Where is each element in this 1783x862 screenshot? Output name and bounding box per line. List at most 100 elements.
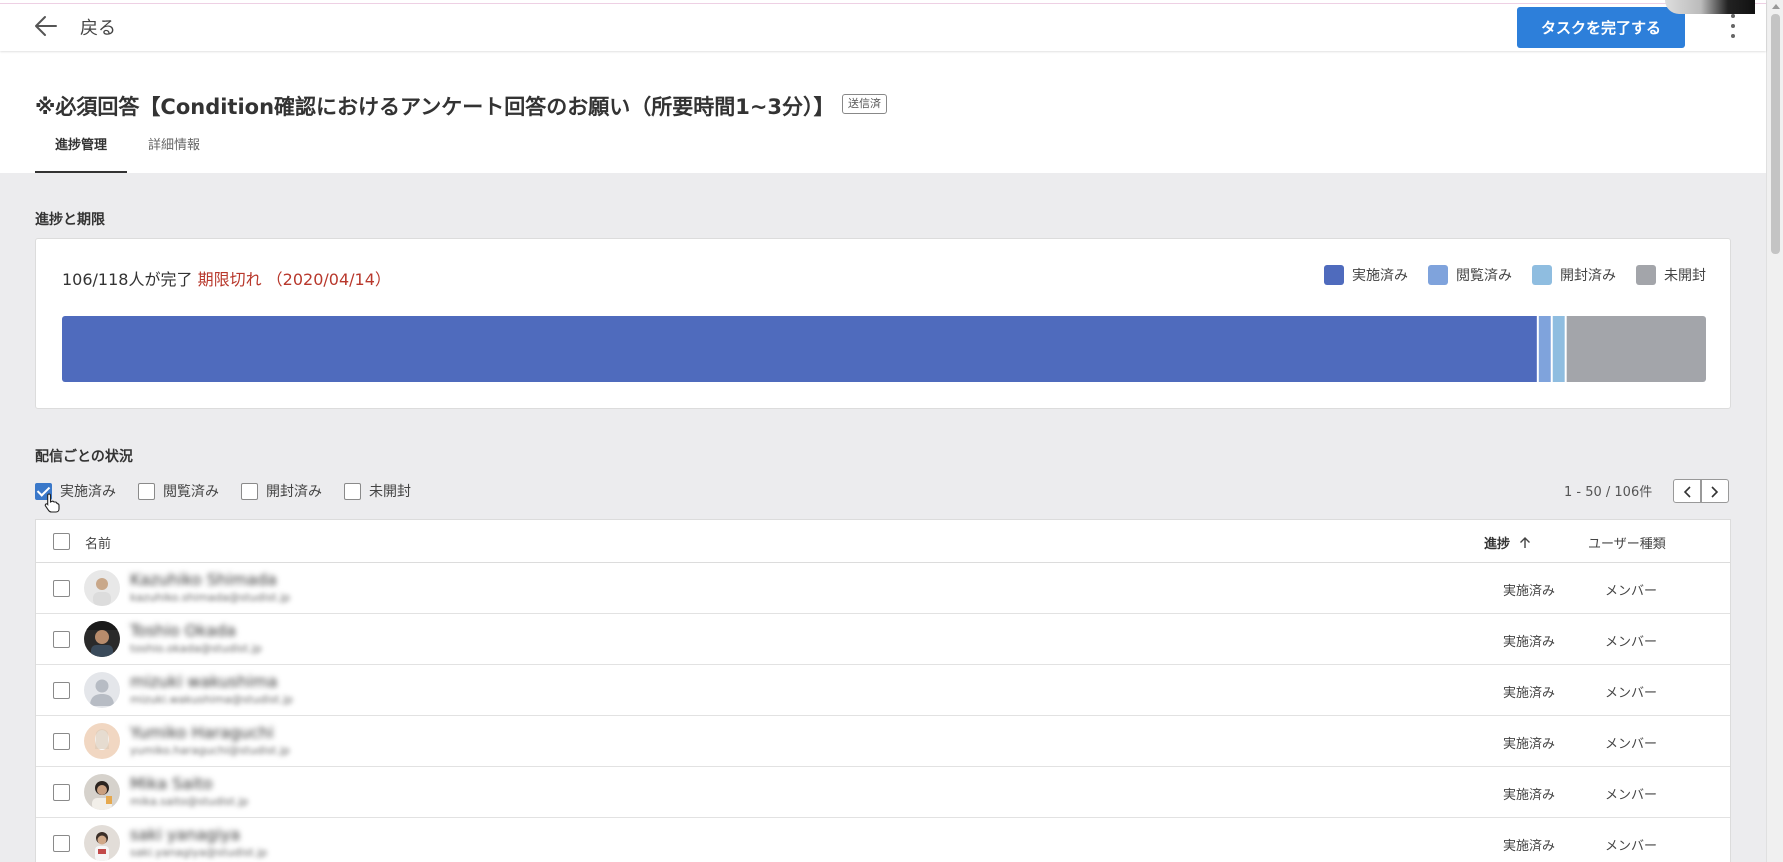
progress-bar-chart [62, 316, 1706, 382]
table-header: 名前 進捗 ユーザー種類 [36, 520, 1730, 563]
row-status: 実施済み [1503, 584, 1556, 599]
filter-checkbox[interactable] [241, 482, 258, 500]
row-user-type: メンバー [1605, 686, 1658, 701]
user-email: mizuki.wakushima@studist.jp [130, 693, 294, 706]
user-name: Mika Saito [130, 774, 213, 793]
more-options-icon[interactable] [1722, 11, 1744, 41]
back-arrow-icon[interactable] [34, 15, 58, 37]
row-checkbox[interactable] [53, 733, 70, 750]
row-checkbox[interactable] [53, 631, 70, 648]
table-row[interactable]: Yumiko Haraguchi yumiko.haraguchi@studis… [36, 716, 1730, 767]
progress-segment [1538, 316, 1551, 382]
filter-label: 実施済み [60, 484, 116, 500]
user-email: saki.yanagiya@studist.jp [130, 846, 268, 859]
legend-label: 閲覧済み [1456, 268, 1512, 284]
legend-swatch [1532, 265, 1552, 285]
user-email: kazuhiko.shimada@studist.jp [130, 591, 291, 604]
table-row[interactable]: Kazuhiko Shimada kazuhiko.shimada@studis… [36, 563, 1730, 614]
select-all-checkbox[interactable] [53, 533, 70, 550]
user-email: toshio.okada@studist.jp [130, 642, 262, 655]
legend-swatch [1324, 265, 1344, 285]
row-status: 実施済み [1503, 686, 1556, 701]
progress-segment [62, 316, 1537, 382]
filter-opened[interactable]: 開封済み [241, 481, 322, 501]
legend-item-opened: 開封済み [1532, 265, 1616, 285]
tab-progress-management[interactable]: 進捗管理 [35, 129, 127, 173]
progress-card: 106/118人が完了 期限切れ （2020/04/14） 実施済み 閲覧済み … [35, 238, 1731, 409]
avatar [84, 672, 120, 708]
row-status: 実施済み [1503, 839, 1556, 854]
completion-count: 106/118人が完了 [62, 270, 193, 289]
row-user-type: メンバー [1605, 584, 1658, 599]
back-link[interactable]: 戻る [80, 14, 116, 40]
column-name: 名前 [85, 537, 112, 552]
chevron-right-icon [1711, 486, 1719, 498]
legend-swatch [1428, 265, 1448, 285]
complete-task-button[interactable]: タスクを完了する [1517, 7, 1685, 48]
row-checkbox[interactable] [53, 682, 70, 699]
progress-segment [1552, 316, 1565, 382]
row-user-type: メンバー [1605, 635, 1658, 650]
legend-item-done: 実施済み [1324, 265, 1408, 285]
filter-viewed[interactable]: 閲覧済み [138, 481, 219, 501]
filter-checkbox[interactable] [344, 482, 361, 500]
top-accent-line [0, 3, 1766, 4]
table-row[interactable]: Toshio Okada toshio.okada@studist.jp 実施済… [36, 614, 1730, 665]
hand-cursor-icon [44, 493, 60, 513]
filter-label: 未開封 [369, 484, 411, 500]
user-name: mizuki wakushima [130, 672, 278, 691]
row-checkbox[interactable] [53, 784, 70, 801]
filter-checkbox[interactable] [138, 482, 155, 500]
progress-legend: 実施済み 閲覧済み 開封済み 未開封 [1324, 265, 1706, 285]
avatar [84, 570, 120, 606]
sort-ascending-icon [1519, 537, 1530, 548]
user-name: Kazuhiko Shimada [130, 570, 277, 589]
filter-unopened[interactable]: 未開封 [344, 481, 411, 501]
progress-segment [1566, 316, 1706, 382]
top-bar: 戻る タスクを完了する [0, 0, 1766, 51]
scroll-up-icon[interactable] [1772, 4, 1780, 9]
row-checkbox[interactable] [53, 835, 70, 852]
user-name: Yumiko Haraguchi [130, 723, 274, 742]
delivery-section-title: 配信ごとの状況 [35, 449, 133, 465]
progress-summary: 106/118人が完了 期限切れ （2020/04/14） [62, 266, 391, 290]
pagination-info: 1 - 50 / 106件 [1564, 485, 1653, 500]
next-page-button[interactable] [1701, 479, 1729, 503]
column-progress[interactable]: 進捗 [1484, 533, 1531, 552]
user-name: Toshio Okada [130, 621, 236, 640]
row-user-type: メンバー [1605, 839, 1658, 854]
page-header: ※必須回答【Condition確認におけるアンケート回答のお願い（所要時間1~3… [0, 51, 1766, 173]
row-status: 実施済み [1503, 788, 1556, 803]
progress-bar [62, 316, 1706, 382]
page-title: ※必須回答【Condition確認におけるアンケート回答のお願い（所要時間1~3… [35, 95, 835, 119]
vertical-scrollbar[interactable] [1766, 0, 1783, 862]
scroll-thumb[interactable] [1771, 14, 1780, 254]
row-checkbox[interactable] [53, 580, 70, 597]
column-user-type: ユーザー種類 [1588, 537, 1666, 552]
chevron-left-icon [1683, 486, 1691, 498]
legend-swatch [1636, 265, 1656, 285]
status-badge: 送信済 [842, 94, 887, 114]
legend-label: 実施済み [1352, 268, 1408, 284]
table-row[interactable]: mizuki wakushima mizuki.wakushima@studis… [36, 665, 1730, 716]
avatar [84, 621, 120, 657]
legend-item-unopened: 未開封 [1636, 265, 1706, 285]
column-progress-label: 進捗 [1484, 537, 1511, 552]
filter-label: 開封済み [266, 484, 322, 500]
user-name: saki yanagiya [130, 825, 241, 844]
row-user-type: メンバー [1605, 788, 1658, 803]
filter-label: 閲覧済み [163, 484, 219, 500]
table-row[interactable]: saki yanagiya saki.yanagiya@studist.jp 実… [36, 818, 1730, 862]
legend-label: 開封済み [1560, 268, 1616, 284]
delivery-table: 名前 進捗 ユーザー種類 Kazuhiko Shimada kazuhiko.s… [35, 519, 1731, 862]
avatar [84, 825, 120, 861]
user-email: yumiko.haraguchi@studist.jp [130, 744, 290, 757]
tab-detail-info[interactable]: 詳細情報 [133, 129, 215, 173]
table-row[interactable]: Mika Saito mika.saito@studist.jp 実施済み メン… [36, 767, 1730, 818]
prev-page-button[interactable] [1673, 479, 1701, 503]
user-email: mika.saito@studist.jp [130, 795, 249, 808]
row-user-type: メンバー [1605, 737, 1658, 752]
status-filters: 実施済み 閲覧済み 開封済み 未開封 [35, 481, 433, 501]
avatar [84, 774, 120, 810]
row-status: 実施済み [1503, 737, 1556, 752]
